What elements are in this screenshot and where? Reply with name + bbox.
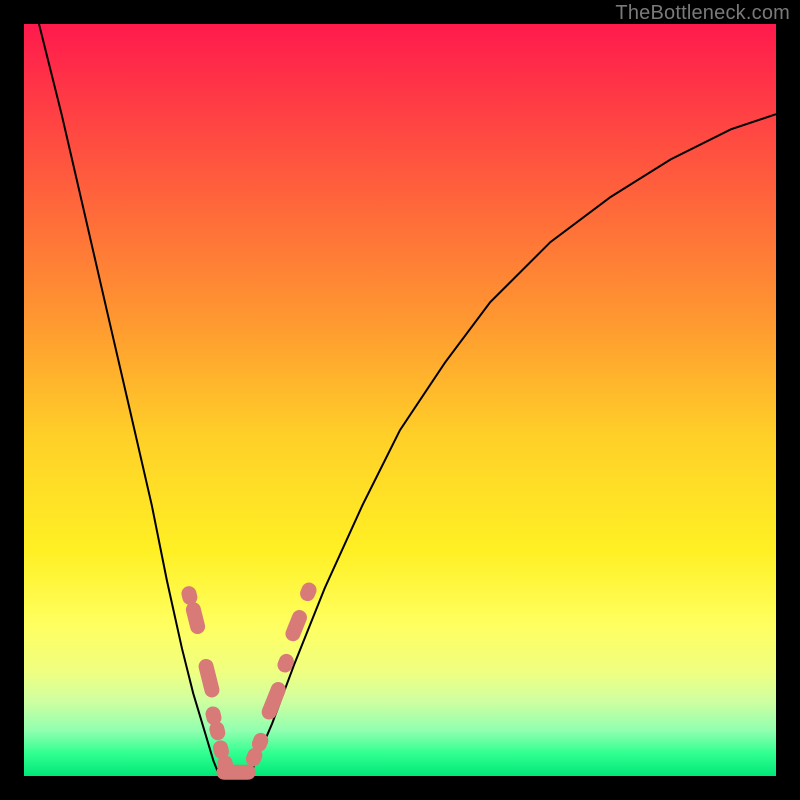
- data-marker: [184, 601, 206, 636]
- data-marker: [197, 657, 221, 699]
- data-marker: [275, 652, 296, 675]
- bottleneck-curve: [39, 24, 776, 776]
- data-marker: [259, 680, 288, 722]
- chart-frame: [24, 24, 776, 776]
- marker-layer: [180, 580, 319, 779]
- data-marker: [298, 580, 319, 603]
- data-marker: [217, 765, 256, 780]
- curve-layer: [39, 24, 776, 776]
- chart-svg: [24, 24, 776, 776]
- watermark-text: TheBottleneck.com: [615, 2, 790, 25]
